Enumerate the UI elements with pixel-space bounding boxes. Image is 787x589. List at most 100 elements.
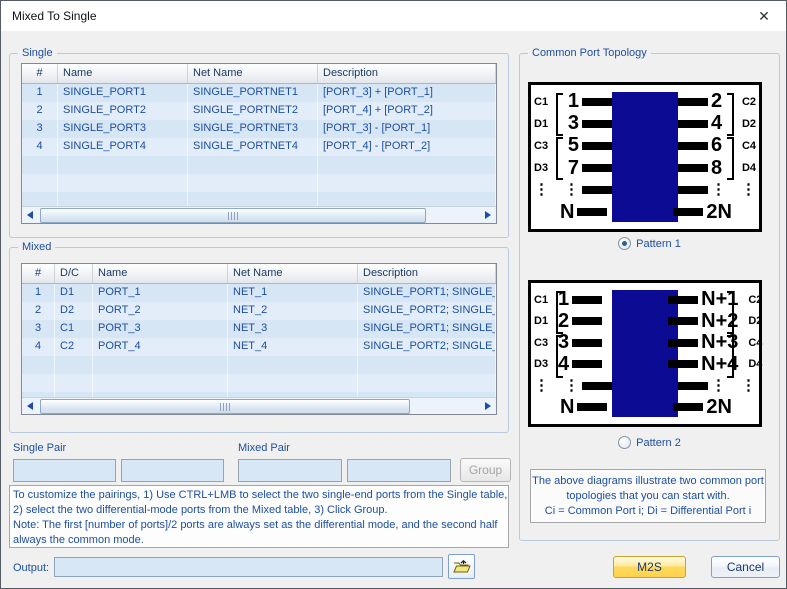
instructions-line: To customize the pairings, 1) Use CTRL+L… [13,489,508,501]
table-cell: SINGLE_PORT1; SINGLE_P [358,320,496,338]
ellipsis-dots: ⋮ [711,376,726,394]
scroll-left-arrow-icon[interactable] [22,207,38,223]
table-row[interactable]: 1 D1 PORT_1 NET_1 SINGLE_PORT1; SINGLE_P [22,284,496,302]
table-row[interactable] [22,174,496,192]
single-table: # Name Net Name Description 1 SINGLE_PORT1 SI… [21,63,497,224]
scroll-thumb[interactable] [40,207,426,223]
window-title: Mixed To Single [12,9,97,23]
table-row[interactable]: 4 SINGLE_PORT4 SINGLE_PORTNET4 [PORT_4] - [… [22,138,496,156]
column-header[interactable]: # [22,64,58,83]
pin-bar [582,141,612,150]
mixed-table-hscrollbar[interactable] [22,397,496,414]
ellipsis-dots: ⋮ [741,376,756,394]
scroll-track[interactable] [38,207,480,223]
pair-bracket [727,335,734,378]
diagram-pin-row: C1 1 N+1 C2 [534,289,762,310]
scroll-track[interactable] [38,398,480,414]
cancel-button[interactable]: Cancel [711,556,780,578]
table-cell [22,356,55,374]
column-header[interactable]: Description [318,64,496,83]
table-cell [58,156,188,174]
instructions-line: Note: The first [number of ports]/2 port… [13,519,498,531]
column-header[interactable]: D/C [55,264,93,283]
table-cell: NET_2 [228,302,358,320]
close-icon[interactable]: ✕ [750,3,778,29]
mixed-pair-field-1[interactable] [238,459,342,482]
table-cell [228,374,358,392]
table-cell: PORT_1 [93,284,228,302]
diagram-text: 2N [706,395,732,418]
pin-bar [582,186,612,195]
m2s-button[interactable]: M2S [613,556,686,578]
ellipsis-dots: ⋮ [534,376,549,394]
pair-bracket [727,93,734,136]
table-row[interactable] [22,374,496,392]
pin-bar [678,164,708,173]
pin-bar [668,295,699,304]
ellipsis-dots: ⋮ [711,181,726,199]
pair-bracket [556,335,563,378]
radio-icon[interactable] [618,237,632,250]
pair-bracket [556,137,563,180]
table-row[interactable] [22,156,496,174]
table-row[interactable]: 3 C1 PORT_3 NET_3 SINGLE_PORT1; SINGLE_P [22,320,496,338]
table-row[interactable]: 4 C2 PORT_4 NET_4 SINGLE_PORT2; SINGLE_P [22,338,496,356]
pair-bracket [727,137,734,180]
column-header[interactable]: Net Name [228,264,358,283]
column-header[interactable]: Name [93,264,228,283]
topology-note-line: topologies that you can start with. [566,490,730,502]
table-cell [318,156,496,174]
column-header[interactable]: Net Name [188,64,318,83]
column-header[interactable]: # [22,264,55,283]
scroll-right-arrow-icon[interactable] [480,398,496,414]
scroll-left-arrow-icon[interactable] [22,398,38,414]
single-table-hscrollbar[interactable] [22,206,496,223]
table-cell: SINGLE_PORTNET2 [188,102,318,120]
table-row[interactable]: 2 SINGLE_PORT2 SINGLE_PORTNET2 [PORT_4] + [… [22,102,496,120]
table-cell: PORT_3 [93,320,228,338]
diagram-text: 2N [706,200,732,223]
mixed-table: # D/C Name Net Name Description 1 D1 PORT_1 NET… [21,263,497,415]
mixed-table-body: 1 D1 PORT_1 NET_1 SINGLE_PORT1; SINGLE_P 2 D2 P… [22,284,496,410]
pin-bar [577,208,608,217]
column-header[interactable]: Description [358,264,496,283]
single-pair-field-2[interactable] [121,459,224,482]
scroll-right-arrow-icon[interactable] [480,207,496,223]
table-row[interactable]: 2 D2 PORT_2 NET_2 SINGLE_PORT2; SINGLE_P [22,302,496,320]
table-cell: SINGLE_PORT1 [58,84,188,102]
pattern-1-radio[interactable]: Pattern 1 [520,237,779,250]
diagram-pin-row: D3 4 N+4 D4 [534,354,762,375]
table-cell: SINGLE_PORT3 [58,120,188,138]
diagram-pin-row: ⋮ ⋮ ⋮ ⋮ [534,180,756,201]
scroll-thumb[interactable] [40,398,410,414]
table-row[interactable]: 1 SINGLE_PORT1 SINGLE_PORTNET1 [PORT_3] + [… [22,84,496,102]
single-table-header: # Name Net Name Description [22,64,496,84]
pattern-2-radio[interactable]: Pattern 2 [520,436,779,449]
table-row[interactable]: 3 SINGLE_PORT3 SINGLE_PORTNET3 [PORT_3] - [… [22,120,496,138]
table-cell [318,174,496,192]
output-field[interactable] [54,557,443,577]
diagram-text: C3 [534,336,549,349]
pattern-1-diagram: C1 1 2 C2 D1 3 4 D2 C3 5 6 C4 D3 7 8 D4 ⋮ ⋮ ⋮ ⋮ N 2N [528,82,762,232]
single-groupbox: Single # Name Net Name Description 1 SINGLE_… [9,47,509,238]
table-cell: SINGLE_PORT4 [58,138,188,156]
topology-groupbox-label: Common Port Topology [528,47,651,60]
table-cell [93,374,228,392]
diagram-text: D2 [748,315,763,328]
browse-button[interactable] [448,554,475,579]
table-cell: SINGLE_PORTNET3 [188,120,318,138]
column-header[interactable]: Name [58,64,188,83]
group-button[interactable]: Group [460,458,511,482]
table-row[interactable] [22,356,496,374]
common-port-topology-groupbox: Common Port Topology C1 1 2 C2 D1 3 4 D2 C3 5 6 C4 D… [519,47,780,541]
single-pair-field-1[interactable] [13,459,116,482]
table-cell: [PORT_4] - [PORT_2] [318,138,496,156]
mixed-pair-field-2[interactable] [347,459,451,482]
radio-icon[interactable] [618,436,632,449]
table-cell [358,356,496,374]
table-cell: NET_1 [228,284,358,302]
mixed-to-single-dialog: Mixed To Single ✕ Single # Name Net Name De… [0,0,787,589]
table-cell: PORT_2 [93,302,228,320]
table-cell: SINGLE_PORT2; SINGLE_P [358,338,496,356]
pin-bar [678,141,708,150]
